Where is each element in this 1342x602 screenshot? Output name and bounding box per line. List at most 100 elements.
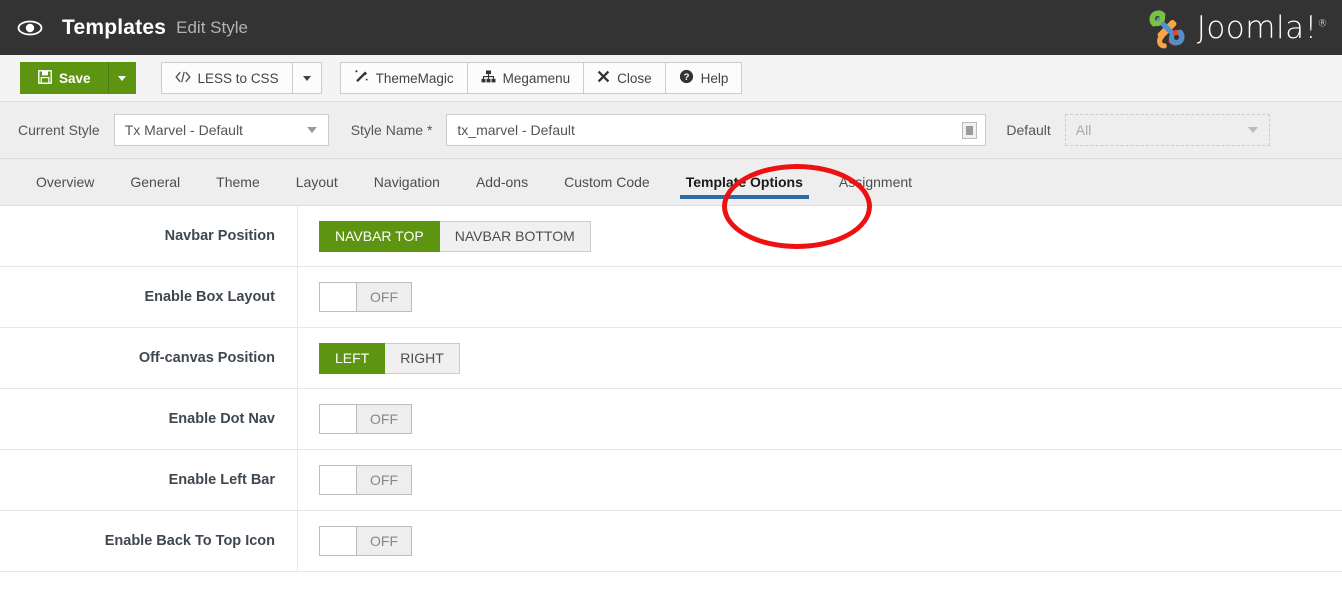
toggle-state-label: OFF [357, 282, 412, 312]
option-row-off-canvas-position: Off-canvas Position LEFT RIGHT [0, 328, 1342, 389]
page-subtitle: Edit Style [176, 17, 248, 37]
tab-label: Layout [295, 174, 338, 190]
option-control: OFF [298, 526, 412, 556]
megamenu-button[interactable]: Megamenu [466, 62, 585, 94]
tab-add-ons[interactable]: Add-ons [458, 159, 546, 205]
thememagic-label: ThemeMagic [375, 70, 454, 86]
option-control: LEFT RIGHT [298, 342, 460, 374]
help-button-label: Help [700, 70, 729, 86]
tab-label: Overview [36, 174, 95, 190]
floppy-disk-icon [38, 69, 52, 87]
less-to-css-button[interactable]: LESS to CSS [160, 62, 293, 94]
tab-template-options[interactable]: Template Options [668, 159, 821, 205]
current-style-label: Current Style [18, 122, 100, 138]
joomla-mark-icon [1149, 9, 1185, 48]
tab-bar: Overview General Theme Layout Navigation… [0, 159, 1342, 249]
default-label: Default [1006, 122, 1051, 138]
help-button[interactable]: ? Help [664, 62, 743, 94]
tab-navigation[interactable]: Navigation [356, 159, 458, 205]
off-canvas-position-segmented: LEFT RIGHT [319, 342, 460, 374]
style-name-label: Style Name * [350, 122, 433, 138]
chevron-down-icon [117, 75, 126, 81]
enable-dot-nav-toggle[interactable]: OFF [319, 404, 412, 434]
toggle-knob [319, 404, 357, 434]
sitemap-icon [481, 70, 496, 86]
tab-general[interactable]: General [112, 159, 198, 205]
eye-icon [15, 20, 45, 36]
svg-text:?: ? [683, 72, 689, 83]
option-control: NAVBAR TOP NAVBAR BOTTOM [298, 220, 591, 252]
option-row-enable-left-bar: Enable Left Bar OFF [0, 450, 1342, 511]
current-style-select[interactable]: Tx Marvel - Default [113, 114, 329, 146]
default-value: All [1075, 122, 1092, 138]
toolbar: Save LESS to CSS ThemeMagic Megamenu Clo… [0, 55, 1342, 102]
magic-wand-icon [354, 69, 369, 87]
current-style-value: Tx Marvel - Default [124, 122, 243, 138]
tab-label: Template Options [685, 174, 803, 190]
off-canvas-right-option[interactable]: RIGHT [385, 342, 460, 374]
save-button[interactable]: Save [20, 62, 109, 94]
tab-label: Theme [216, 174, 260, 190]
thememagic-button[interactable]: ThemeMagic [339, 62, 468, 94]
option-row-enable-dot-nav: Enable Dot Nav OFF [0, 389, 1342, 450]
option-label: Enable Dot Nav [0, 389, 298, 449]
off-canvas-left-option[interactable]: LEFT [319, 342, 386, 374]
toggle-knob [319, 465, 357, 495]
option-label: Enable Box Layout [0, 267, 298, 327]
option-control: OFF [298, 404, 412, 434]
page-title: Templates [62, 15, 167, 39]
style-name-input[interactable]: tx_marvel - Default [446, 114, 987, 146]
option-row-enable-back-to-top-icon: Enable Back To Top Icon OFF [0, 511, 1342, 572]
enable-box-layout-toggle[interactable]: OFF [319, 282, 412, 312]
chevron-down-icon [1247, 127, 1258, 133]
navbar-position-segmented: NAVBAR TOP NAVBAR BOTTOM [319, 220, 591, 252]
chevron-down-icon [302, 75, 311, 81]
option-row-navbar-position: Navbar Position NAVBAR TOP NAVBAR BOTTOM [0, 206, 1342, 267]
option-label: Off-canvas Position [0, 328, 298, 388]
save-button-group: Save [20, 62, 136, 94]
tab-label: Assignment [838, 174, 913, 190]
toggle-state-label: OFF [357, 526, 412, 556]
option-control: OFF [298, 282, 412, 312]
code-icon [174, 71, 191, 86]
toggle-state-label: OFF [357, 404, 412, 434]
less-to-css-button-group: LESS to CSS [160, 62, 322, 94]
tab-label: Add-ons [475, 174, 529, 190]
toggle-knob [319, 282, 357, 312]
template-options-form: Navbar Position NAVBAR TOP NAVBAR BOTTOM… [0, 206, 1342, 572]
tab-label: Custom Code [564, 174, 650, 190]
save-dropdown-toggle[interactable] [107, 62, 136, 94]
default-select[interactable]: All [1064, 114, 1270, 146]
chevron-down-icon [306, 127, 317, 133]
app-header: Templates Edit Style Joomla!® [0, 0, 1342, 55]
option-label: Enable Back To Top Icon [0, 511, 298, 571]
option-label: Enable Left Bar [0, 450, 298, 510]
close-button-label: Close [617, 70, 652, 86]
toggle-state-label: OFF [357, 465, 412, 495]
tab-custom-code[interactable]: Custom Code [546, 159, 668, 205]
tab-overview[interactable]: Overview [18, 159, 112, 205]
style-name-value: tx_marvel - Default [457, 122, 575, 138]
style-id-badge-icon [962, 121, 978, 139]
tab-layout[interactable]: Layout [278, 159, 356, 205]
less-to-css-label: LESS to CSS [197, 70, 279, 86]
joomla-logo: Joomla!® [1145, 6, 1328, 50]
enable-left-bar-toggle[interactable]: OFF [319, 465, 412, 495]
option-label: Navbar Position [0, 206, 298, 266]
megamenu-label: Megamenu [502, 70, 571, 86]
close-button[interactable]: Close [583, 62, 666, 94]
enable-back-to-top-toggle[interactable]: OFF [319, 526, 412, 556]
option-control: OFF [298, 465, 412, 495]
save-button-label: Save [59, 70, 91, 86]
tab-assignment[interactable]: Assignment [821, 159, 930, 205]
question-circle-icon: ? [679, 69, 694, 87]
toggle-knob [319, 526, 357, 556]
less-to-css-dropdown-toggle[interactable] [291, 62, 322, 94]
option-row-enable-box-layout: Enable Box Layout OFF [0, 267, 1342, 328]
tab-theme[interactable]: Theme [198, 159, 278, 205]
navbar-bottom-option[interactable]: NAVBAR BOTTOM [439, 220, 591, 252]
joomla-wordmark: Joomla!® [1196, 9, 1328, 46]
x-icon [597, 70, 610, 86]
navbar-top-option[interactable]: NAVBAR TOP [319, 220, 440, 252]
style-bar: Current Style Tx Marvel - Default Style … [0, 102, 1342, 159]
